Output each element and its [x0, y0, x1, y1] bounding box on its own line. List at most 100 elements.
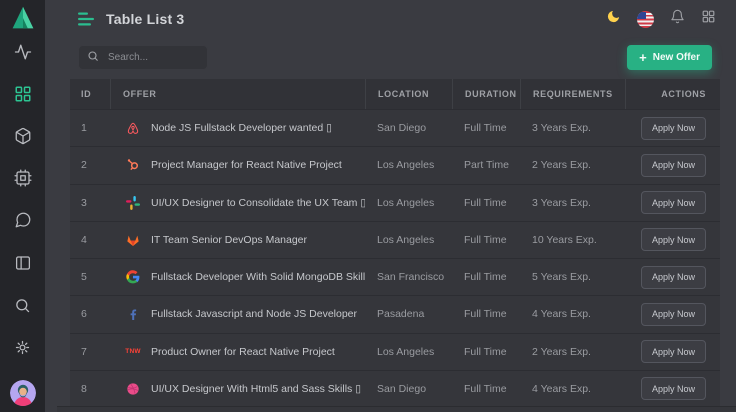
- requirements-cell: 4 Years Exp.: [520, 383, 625, 395]
- apps-menu-button[interactable]: [701, 9, 716, 29]
- toolbar: + New Offer: [78, 45, 712, 70]
- apply-now-button[interactable]: Apply Now: [641, 228, 706, 251]
- dribbble-icon: [125, 381, 141, 397]
- location-cell: San Diego: [365, 383, 452, 395]
- duration-cell: Full Time: [452, 122, 520, 134]
- offer-title: Fullstack Javascript and Node JS Develop…: [151, 308, 357, 320]
- sidebar-item-settings[interactable]: [14, 338, 32, 356]
- requirements-cell: 3 Years Exp.: [520, 122, 625, 134]
- sidebar-item-activity[interactable]: [14, 43, 32, 61]
- location-cell: Los Angeles: [365, 234, 452, 246]
- sidebar-item-layout[interactable]: [14, 254, 32, 272]
- table-row: 6 Fullstack Javascript and Node JS Devel…: [70, 295, 720, 332]
- hubspot-icon: [125, 157, 141, 173]
- table-body: 1 Node JS Fullstack Developer wanted ▯ S…: [70, 109, 720, 407]
- duration-cell: Full Time: [452, 271, 520, 283]
- requirements-cell: 3 Years Exp.: [520, 197, 625, 209]
- table-row: 8 UI/UX Designer With Html5 and Sass Ski…: [70, 370, 720, 407]
- facebook-icon: [125, 306, 141, 322]
- duration-cell: Full Time: [452, 308, 520, 320]
- box-icon: [14, 127, 32, 145]
- menu-toggle-icon: [78, 13, 95, 30]
- column-header-requirements: REQUIREMENTS: [520, 79, 625, 109]
- row-id: 2: [70, 159, 110, 171]
- search-input[interactable]: [106, 51, 199, 64]
- requirements-cell: 10 Years Exp.: [520, 234, 625, 246]
- app-logo[interactable]: [9, 5, 37, 35]
- apply-now-button[interactable]: Apply Now: [641, 117, 706, 140]
- table-header: ID OFFER LOCATION DURATION REQUIREMENTS …: [70, 79, 720, 109]
- sidebar-item-tables[interactable]: [14, 85, 32, 103]
- page-title: Table List 3: [106, 11, 184, 27]
- sidebar-bottom: [10, 254, 36, 406]
- offer-title: IT Team Senior DevOps Manager: [151, 234, 307, 246]
- row-id: 5: [70, 271, 110, 283]
- search-box: [78, 45, 208, 70]
- offer-title: Fullstack Developer With Solid MongoDB S…: [151, 271, 365, 283]
- logo-triangle-icon: [9, 5, 37, 36]
- row-id: 6: [70, 308, 110, 320]
- new-offer-label: New Offer: [653, 52, 700, 63]
- column-header-actions: ACTIONS: [625, 79, 720, 109]
- table-row: 5 Fullstack Developer With Solid MongoDB…: [70, 258, 720, 295]
- sidebar-item-system[interactable]: [14, 169, 32, 187]
- topbar: Table List 3: [78, 0, 716, 38]
- bell-icon: [670, 9, 685, 29]
- sidebar: [0, 0, 45, 412]
- duration-cell: Full Time: [452, 197, 520, 209]
- requirements-cell: 2 Years Exp.: [520, 159, 625, 171]
- cpu-icon: [14, 169, 32, 187]
- apply-now-button[interactable]: Apply Now: [641, 266, 706, 289]
- offer-title: Node JS Fullstack Developer wanted ▯: [151, 122, 332, 134]
- row-id: 4: [70, 234, 110, 246]
- column-header-location: LOCATION: [365, 79, 452, 109]
- offer-title: Product Owner for React Native Project: [151, 346, 335, 358]
- sidebar-item-chat[interactable]: [14, 211, 32, 229]
- sidebar-nav: [14, 43, 32, 229]
- location-cell: Los Angeles: [365, 159, 452, 171]
- language-selector[interactable]: [637, 11, 654, 28]
- table-row: 7 TNW Product Owner for React Native Pro…: [70, 333, 720, 370]
- column-header-id: ID: [70, 79, 110, 109]
- row-id: 1: [70, 122, 110, 134]
- offers-table: ID OFFER LOCATION DURATION REQUIREMENTS …: [70, 79, 720, 407]
- sidebar-item-search[interactable]: [14, 296, 32, 314]
- new-offer-button[interactable]: + New Offer: [627, 45, 712, 70]
- google-icon: [125, 269, 141, 285]
- row-id: 3: [70, 197, 110, 209]
- table-row: 4 IT Team Senior DevOps Manager Los Ange…: [70, 221, 720, 258]
- activity-icon: [14, 43, 32, 61]
- topbar-actions: [606, 9, 716, 29]
- app-window: Table List 3: [0, 0, 736, 412]
- footer-bar: [57, 406, 736, 412]
- row-id: 8: [70, 383, 110, 395]
- apply-now-button[interactable]: Apply Now: [641, 340, 706, 363]
- requirements-cell: 5 Years Exp.: [520, 271, 625, 283]
- table-row: 1 Node JS Fullstack Developer wanted ▯ S…: [70, 109, 720, 146]
- duration-cell: Full Time: [452, 383, 520, 395]
- theme-toggle[interactable]: [606, 9, 621, 29]
- location-cell: San Francisco: [365, 271, 452, 283]
- location-cell: Los Angeles: [365, 346, 452, 358]
- tnw-icon: TNW: [125, 344, 141, 360]
- requirements-cell: 4 Years Exp.: [520, 308, 625, 320]
- gitlab-icon: [125, 232, 141, 248]
- menu-toggle[interactable]: [78, 12, 95, 26]
- apply-now-button[interactable]: Apply Now: [641, 191, 706, 214]
- offer-title: UI/UX Designer With Html5 and Sass Skill…: [151, 383, 361, 395]
- layout-panel-icon: [14, 254, 32, 272]
- user-avatar[interactable]: [10, 380, 36, 406]
- duration-cell: Full Time: [452, 346, 520, 358]
- apply-now-button[interactable]: Apply Now: [641, 154, 706, 177]
- settings-icon: [14, 339, 31, 356]
- search-icon: [87, 49, 99, 67]
- offer-title: Project Manager for React Native Project: [151, 159, 342, 171]
- grid-icon: [14, 85, 32, 103]
- apply-now-button[interactable]: Apply Now: [641, 303, 706, 326]
- notifications-button[interactable]: [670, 9, 685, 29]
- location-cell: Los Angeles: [365, 197, 452, 209]
- apply-now-button[interactable]: Apply Now: [641, 377, 706, 400]
- sidebar-item-components[interactable]: [14, 127, 32, 145]
- table-row: 3 UI/UX Designer to Consolidate the UX T…: [70, 184, 720, 221]
- row-id: 7: [70, 346, 110, 358]
